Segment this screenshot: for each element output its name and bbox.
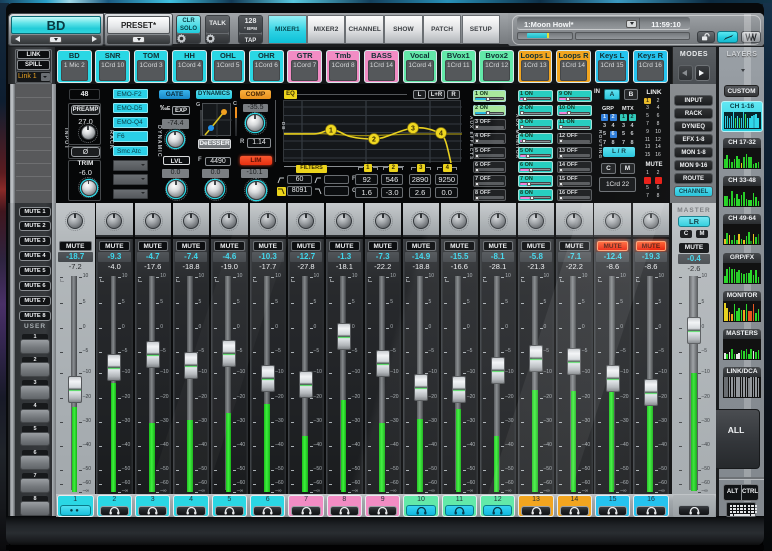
svg-text:1: 1 [329, 127, 333, 134]
svg-text:3: 3 [411, 125, 415, 132]
svg-text:4: 4 [439, 130, 443, 137]
svg-text:2: 2 [372, 136, 376, 143]
